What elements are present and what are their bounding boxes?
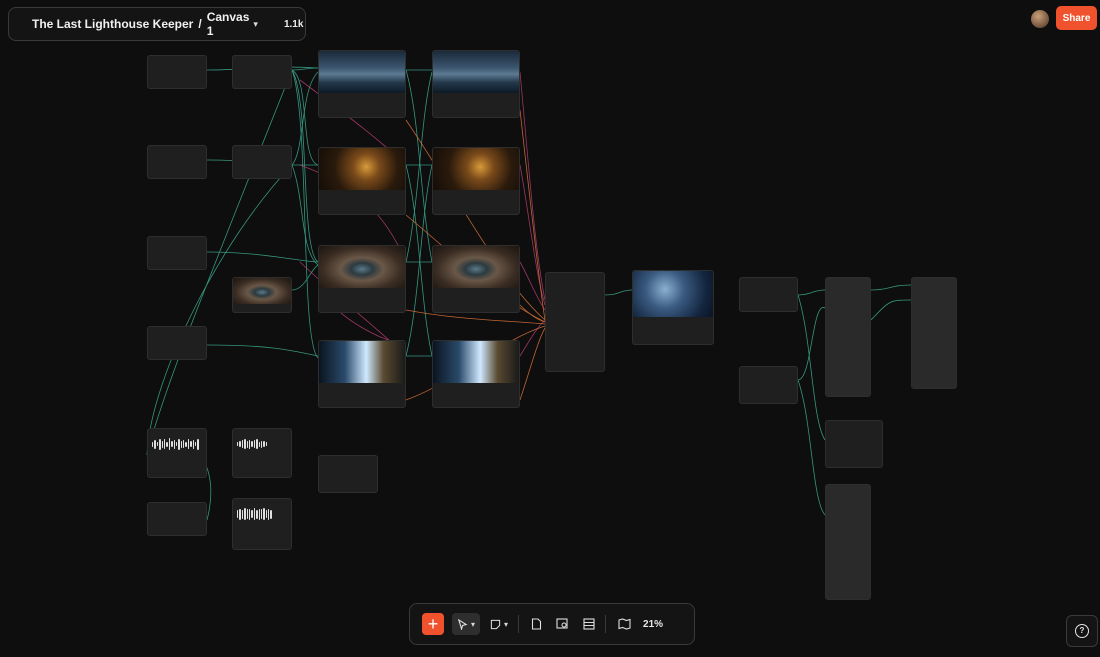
prompt-node[interactable]: [739, 366, 798, 404]
audio-node[interactable]: [232, 498, 292, 550]
video-gen-node-beam[interactable]: [432, 340, 520, 408]
cover-image: [633, 271, 713, 317]
node-text: [740, 367, 797, 373]
minimap-button[interactable]: [618, 613, 631, 635]
node-text: [233, 56, 291, 62]
node-text: [826, 421, 882, 427]
llm-node[interactable]: [232, 55, 292, 89]
zoom-level[interactable]: 21%: [643, 619, 663, 630]
node-text: [546, 273, 604, 279]
project-header: The Last Lighthouse Keeper / Canvas 1 ▾ …: [8, 7, 306, 41]
image-node[interactable]: [232, 277, 292, 313]
document-button[interactable]: [531, 613, 542, 635]
llm-output-node[interactable]: [545, 272, 605, 372]
image-gen-node-eye[interactable]: [318, 245, 406, 313]
document-icon: [531, 618, 542, 630]
cursor-icon: [457, 618, 468, 630]
sticky-note-tool-button[interactable]: ▾: [490, 613, 508, 635]
node-text: [148, 237, 206, 243]
lighthouse-beam-video: [433, 341, 519, 383]
video-gen-node-keeper[interactable]: [432, 147, 520, 215]
share-button[interactable]: Share: [1056, 6, 1097, 30]
keeper-lantern-video: [433, 148, 519, 190]
video-gen-node-storm[interactable]: [432, 50, 520, 118]
keeper-lantern-image: [319, 148, 405, 190]
project-title[interactable]: The Last Lighthouse Keeper: [32, 17, 193, 31]
bottom-toolbar: + ▾ ▾ 21%: [409, 603, 695, 645]
workflow-canvas[interactable]: [0, 0, 1100, 657]
audio-node[interactable]: [147, 428, 207, 478]
chevron-down-icon: ▾: [471, 619, 476, 629]
prompt-node[interactable]: [147, 55, 207, 89]
prompt-node[interactable]: [147, 502, 207, 536]
canvas-name[interactable]: Canvas 1: [207, 10, 250, 38]
sticky-note[interactable]: [318, 455, 378, 493]
prompt-node[interactable]: [739, 277, 798, 312]
storm-lighthouse-video: [433, 51, 519, 93]
toolbar-divider: [518, 615, 520, 633]
image-search-icon: [556, 618, 568, 629]
help-icon: ?: [1075, 624, 1089, 638]
waveform: [237, 438, 287, 450]
eye-image: [233, 278, 291, 304]
output-node[interactable]: [825, 484, 871, 600]
avatar[interactable]: [1031, 10, 1049, 28]
chevron-down-icon[interactable]: ▾: [253, 19, 258, 30]
eye-closeup-video: [433, 246, 519, 288]
toolbar-divider: [605, 615, 607, 633]
image-gen-node-beam[interactable]: [318, 340, 406, 408]
prompt-node[interactable]: [147, 236, 207, 270]
video-gen-node-eye[interactable]: [432, 245, 520, 313]
node-text: [148, 327, 206, 333]
add-node-button[interactable]: +: [422, 613, 444, 635]
llm-node[interactable]: [232, 145, 292, 179]
audio-node[interactable]: [232, 428, 292, 478]
output-node[interactable]: [911, 277, 957, 389]
image-search-button[interactable]: [556, 613, 569, 635]
prompt-node[interactable]: [147, 326, 207, 360]
table-button[interactable]: [583, 613, 595, 635]
breadcrumb-separator: /: [198, 17, 202, 31]
node-text: [148, 146, 206, 152]
chevron-down-icon: ▾: [504, 619, 509, 629]
storm-lighthouse-image: [319, 51, 405, 93]
node-text: [148, 503, 206, 509]
eye-closeup-image: [319, 246, 405, 288]
node-text: [319, 456, 377, 462]
table-icon: [583, 618, 595, 630]
waveform: [152, 438, 202, 450]
sticky-note[interactable]: [825, 420, 883, 468]
image-gen-node-keeper[interactable]: [318, 147, 406, 215]
output-node[interactable]: [825, 277, 871, 397]
help-button[interactable]: ?: [1066, 615, 1098, 647]
prompt-node[interactable]: [147, 145, 207, 179]
cover-image-node[interactable]: [632, 270, 714, 345]
lighthouse-beam-image: [319, 341, 405, 383]
map-icon: [618, 618, 631, 630]
node-text: [740, 278, 797, 284]
select-tool-button[interactable]: ▾: [452, 613, 481, 635]
image-gen-node-storm[interactable]: [318, 50, 406, 118]
node-text: [233, 146, 291, 152]
node-text: [148, 56, 206, 62]
viewer-count: 1.1k: [283, 18, 304, 30]
waveform: [237, 508, 287, 520]
sticky-note-icon: [490, 619, 501, 629]
